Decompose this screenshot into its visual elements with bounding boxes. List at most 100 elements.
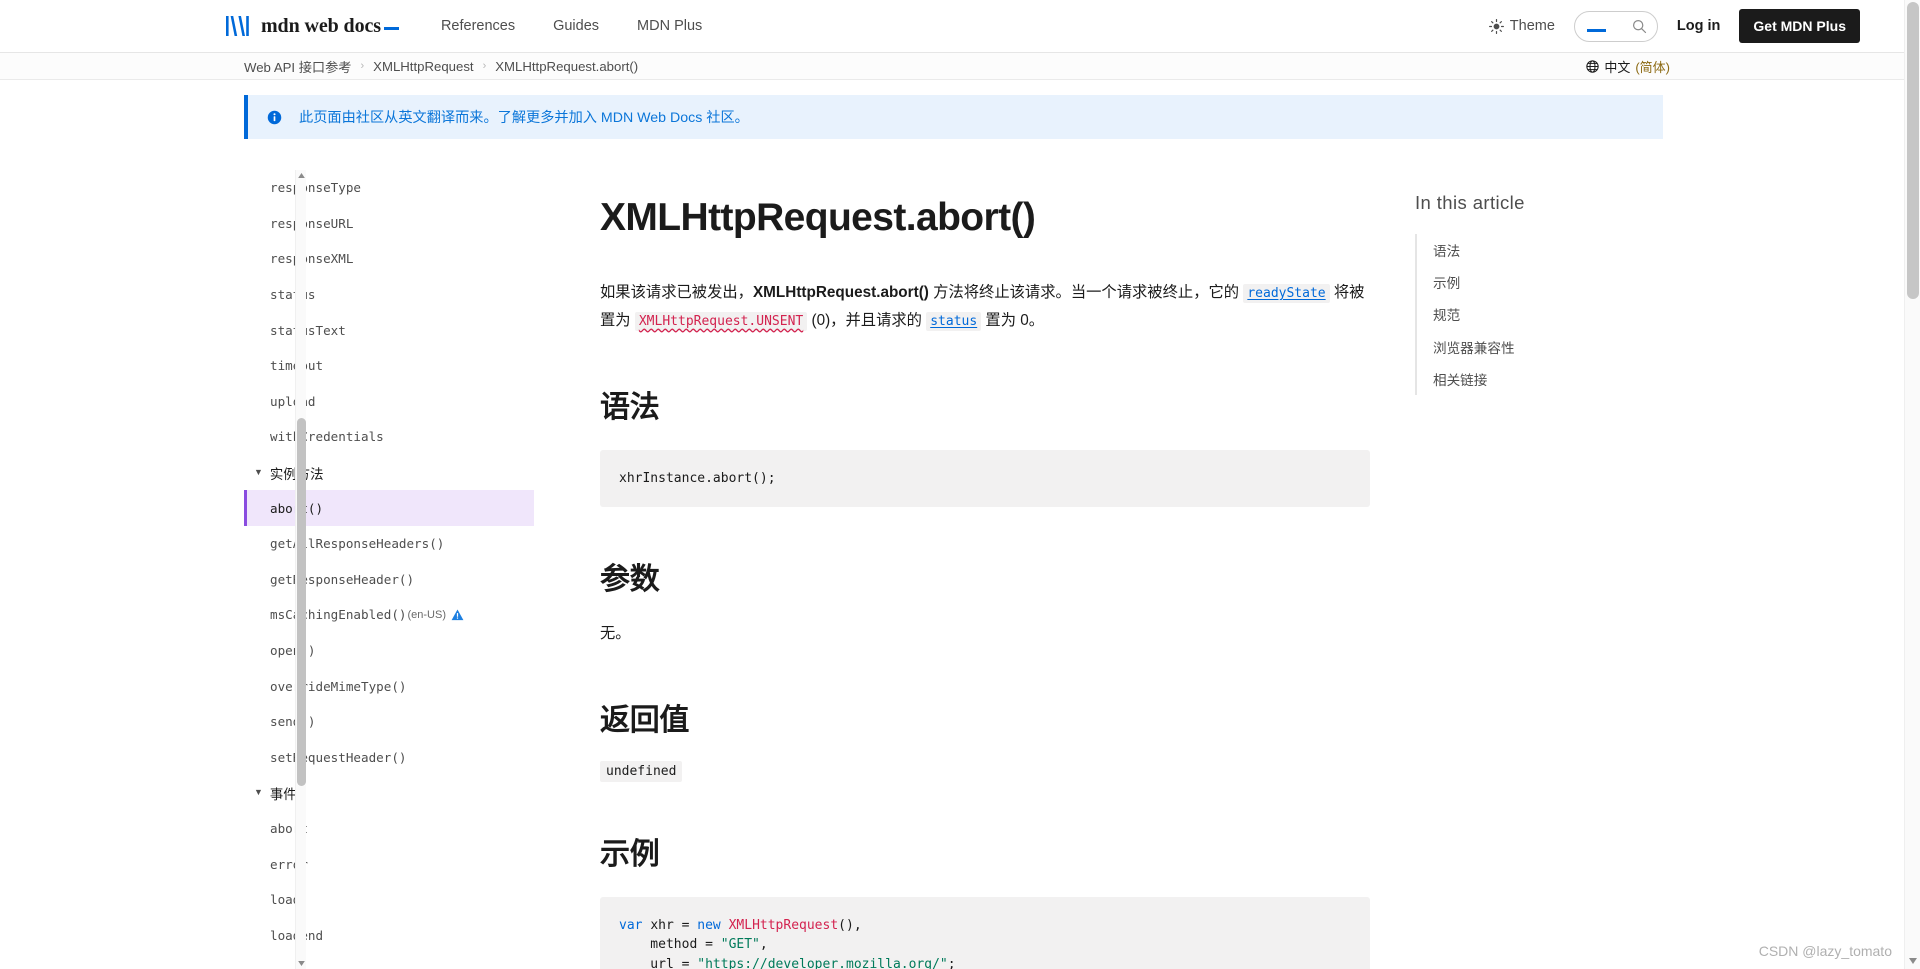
sidebar-item-4[interactable]: statusText: [244, 312, 536, 348]
parameters-text: 无。: [600, 625, 631, 643]
sidebar-item-label: statusText: [270, 322, 346, 338]
copy-icon[interactable]: [1341, 459, 1359, 477]
sidebar-item-label: upload: [270, 393, 316, 409]
intro-text-1: 如果该请求已被发出，: [600, 284, 753, 302]
sidebar-item-label: msCachingEnabled(): [270, 607, 407, 623]
get-mdn-plus-button[interactable]: Get MDN Plus: [1739, 9, 1860, 43]
nav-item-mdn-plus[interactable]: MDN Plus: [637, 18, 702, 34]
theme-toggle-button[interactable]: Theme: [1488, 18, 1555, 34]
sidebar-item-15[interactable]: send(): [244, 704, 536, 740]
page-scroll-down-icon[interactable]: [1905, 953, 1920, 969]
sidebar-item-13[interactable]: open(): [244, 633, 536, 669]
sidebar-item-16[interactable]: setRequestHeader(): [244, 740, 536, 776]
status-link[interactable]: status: [926, 311, 982, 331]
header-actions: Theme Log in Get MDN Plus: [1488, 9, 1860, 43]
scroll-up-arrow-icon[interactable]: [296, 170, 307, 181]
toc-item-4[interactable]: 相关链接: [1433, 363, 1675, 395]
nav-item-guides[interactable]: Guides: [553, 18, 599, 34]
readystate-link[interactable]: readyState: [1243, 284, 1330, 304]
sidebar-item-3[interactable]: status: [244, 277, 536, 313]
section-heading-syntax: 语法: [600, 390, 660, 424]
login-link[interactable]: Log in: [1677, 18, 1721, 34]
sidebar-item-19[interactable]: error: [244, 846, 536, 882]
mdn-logo-text: mdn web docs: [261, 15, 399, 38]
intro-text-4: (0)，并且请求的: [807, 311, 927, 329]
sidebar-item-6[interactable]: upload: [244, 384, 536, 420]
sidebar-item-label: overrideMimeType(): [270, 678, 407, 694]
search-input[interactable]: [1586, 29, 1606, 32]
sidebar-item-10[interactable]: getAllResponseHeaders(): [244, 526, 536, 562]
code-token: url =: [619, 956, 698, 969]
sidebar-item-21[interactable]: loadend: [244, 917, 536, 953]
code-token: xhr =: [650, 917, 698, 933]
sidebar-item-14[interactable]: overrideMimeType(): [244, 668, 536, 704]
scroll-down-arrow-icon[interactable]: [296, 958, 307, 969]
sidebar-item-label: responseXML: [270, 251, 354, 267]
intro-api-name: XMLHttpRequest.abort(): [752, 284, 929, 302]
return-value-wrap: undefined: [600, 739, 1370, 782]
sidebar-item-1[interactable]: responseURL: [244, 206, 536, 242]
toc-item-1[interactable]: 示例: [1433, 266, 1675, 298]
sidebar-list: responseType responseURL responseXML status…: [244, 170, 536, 953]
sidebar-item-label: setRequestHeader(): [270, 749, 407, 765]
banner-community-link[interactable]: 了解更多并加入 MDN Web Docs 社区。: [498, 110, 749, 126]
header-inner: mdn web docs References Guides MDN Plus: [0, 0, 1920, 53]
sidebar-item-18[interactable]: abort: [244, 811, 536, 847]
code-token: method =: [619, 937, 721, 953]
code-token: new: [697, 917, 729, 933]
sidebar-item-2[interactable]: responseXML: [244, 241, 536, 277]
sidebar-item-11[interactable]: getResponseHeader(): [244, 562, 536, 598]
search-box[interactable]: [1573, 10, 1658, 42]
search-icon[interactable]: [1632, 19, 1647, 34]
sidebar-item-9[interactable]: abort(): [244, 490, 534, 526]
content-area: responseType responseURL responseXML status…: [0, 170, 1920, 969]
sidebar-item-7[interactable]: withCredentials: [244, 419, 536, 455]
sidebar-scroll-thumb[interactable]: [297, 418, 306, 786]
toc-list: 语法示例 规范 浏览器兼容性相关链接: [1415, 234, 1675, 395]
sidebar-item-12[interactable]: msCachingEnabled() (en-US): [244, 597, 536, 633]
sidebar-item-20[interactable]: load: [244, 882, 536, 918]
language-switcher[interactable]: 中文 (简体): [1586, 57, 1670, 76]
watermark: CSDN @lazy_tomato: [1758, 943, 1892, 959]
theme-label: Theme: [1509, 18, 1555, 34]
breadcrumb: Web API 接口参考 › XMLHttpRequest › XMLHttpR…: [244, 57, 638, 76]
banner-text-static: 此页面由社区从英文翻译而来。: [299, 110, 498, 126]
toc-item-2[interactable]: 规范: [1433, 298, 1675, 330]
example-code-text: var xhr = new XMLHttpRequest(), method =…: [619, 918, 956, 969]
toc-item-0[interactable]: 语法: [1433, 234, 1675, 266]
copy-icon[interactable]: [1341, 906, 1359, 924]
breadcrumb-bar: Web API 接口参考 › XMLHttpRequest › XMLHttpR…: [0, 53, 1920, 80]
toc-item-label: 语法: [1433, 244, 1461, 260]
language-variant-label: (简体): [1635, 59, 1670, 75]
sidebar-group-17[interactable]: ▼ 事件: [244, 775, 536, 811]
nav-item-references[interactable]: References: [441, 18, 515, 34]
mdn-logo-link[interactable]: mdn web docs: [226, 15, 399, 38]
sidebar-item-5[interactable]: timeout: [244, 348, 536, 384]
unsent-constant-link[interactable]: XMLHttpRequest.UNSENT: [634, 311, 808, 331]
mdn-docs-page: mdn web docs References Guides MDN Plus: [0, 0, 1920, 969]
section-heading-parameters: 参数: [600, 563, 660, 597]
toc-item-label: 相关链接: [1433, 372, 1488, 388]
sidebar-group-label: 事件: [269, 786, 297, 802]
intro-text-2: 方法将终止该请求。当一个请求被终止，它的: [928, 284, 1244, 302]
translation-notice-banner: 此页面由社区从英文翻译而来。了解更多并加入 MDN Web Docs 社区。: [244, 95, 1663, 139]
sidebar-item-0[interactable]: responseType: [244, 170, 536, 206]
triangle-down-icon: ▼: [254, 787, 263, 798]
sidebar-group-8[interactable]: ▼实例方法: [244, 455, 536, 491]
return-value-code: undefined: [600, 760, 683, 782]
site-header: mdn web docs References Guides MDN Plus: [0, 0, 1920, 53]
toc-item-3[interactable]: 浏览器兼容性: [1433, 331, 1675, 363]
syntax-code-block: xhrInstance.abort();: [600, 449, 1370, 508]
page-scroll-thumb[interactable]: [1907, 2, 1919, 299]
warning-triangle-icon: [451, 609, 464, 621]
example-code-block: var xhr = new XMLHttpRequest(), method =…: [600, 896, 1370, 969]
breadcrumb-item-web-api[interactable]: Web API 接口参考: [244, 57, 351, 76]
sidebar-item-label: responseType: [270, 180, 361, 196]
chevron-right-icon: ›: [482, 60, 487, 72]
sidebar-scrollbar[interactable]: [295, 170, 306, 969]
banner-text: 此页面由社区从英文翻译而来。了解更多并加入 MDN Web Docs 社区。: [299, 107, 749, 127]
breadcrumb-item-xmlhttprequest[interactable]: XMLHttpRequest: [373, 59, 473, 74]
page-scrollbar[interactable]: [1904, 0, 1920, 969]
toc-title: In this article: [1415, 192, 1525, 213]
code-token: var: [619, 917, 651, 933]
